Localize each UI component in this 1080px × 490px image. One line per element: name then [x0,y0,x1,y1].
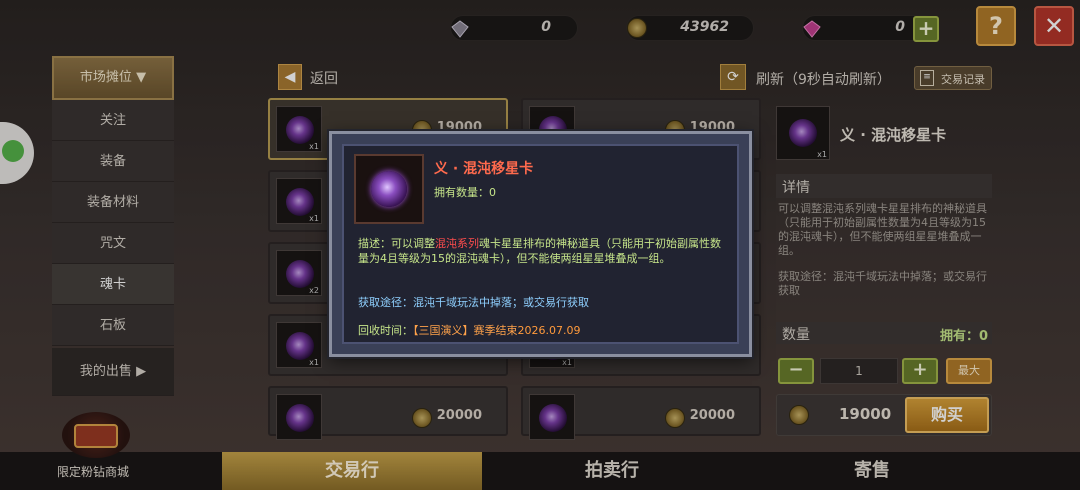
tooltip-recycle: 回收时间：【三国演义】赛季结束2026.07.09 [358,322,730,338]
tooltip-body: 义 · 混沌移星卡 拥有数量：0 描述：可以调整混沌系列魂卡星星排布的神秘道具（… [342,144,739,344]
desc-highlight: 混沌系列 [435,237,479,250]
chaos-orb-icon [371,171,407,207]
tooltip-title: 义 · 混沌移星卡 [434,161,534,177]
tooltip-source: 获取途径：混沌千域玩法中掉落；或交易行获取 [358,296,589,309]
item-tooltip-modal: 义 · 混沌移星卡 拥有数量：0 描述：可以调整混沌系列魂卡星星排布的神秘道具（… [329,131,752,357]
recycle-date: 2026.07.09 [517,324,581,337]
desc-prefix: 描述：可以调整 [358,237,435,250]
recycle-event: 【三国演义】赛季结束 [413,324,518,337]
recycle-prefix: 回收时间： [358,324,413,337]
tooltip-owned: 拥有数量：0 [434,186,496,199]
tooltip-thumb [354,154,424,224]
tooltip-description: 描述：可以调整混沌系列魂卡星星排布的神秘道具（只能用于初始副属性数量为4且等级为… [358,236,730,266]
